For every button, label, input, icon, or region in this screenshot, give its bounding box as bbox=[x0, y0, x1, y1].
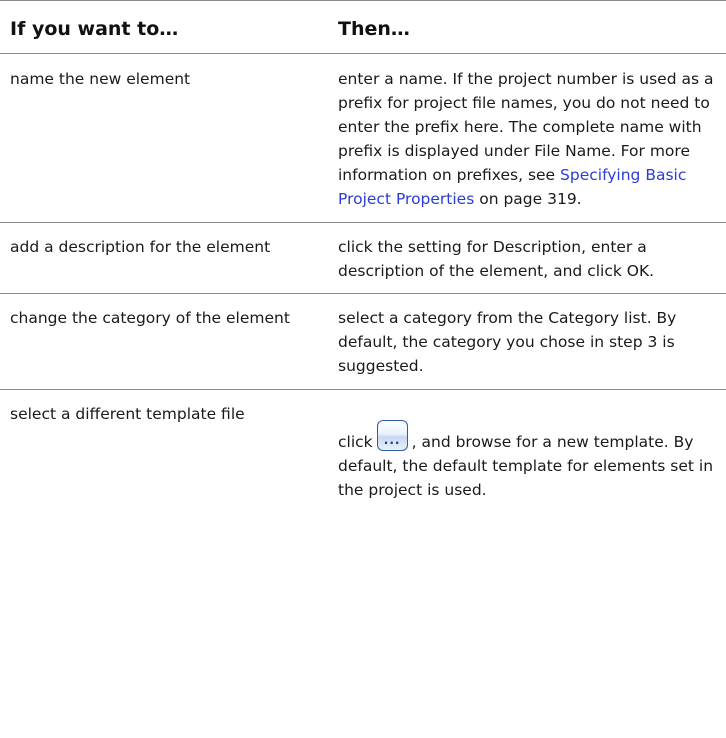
click-text: click bbox=[338, 433, 373, 451]
options-table: If you want to… Then… name the new eleme… bbox=[0, 0, 726, 512]
row-result-change-category: select a category from the Category list… bbox=[338, 309, 677, 375]
table-row: add a description for the element click … bbox=[0, 223, 726, 293]
row-action-select-template: select a different template file bbox=[10, 405, 245, 423]
table-header-row: If you want to… Then… bbox=[0, 1, 726, 53]
header-then: Then… bbox=[338, 18, 410, 40]
row-result-add-description: click the setting for Description, enter… bbox=[338, 238, 655, 280]
table-row: change the category of the element selec… bbox=[0, 294, 726, 389]
row-action-add-description: add a description for the element bbox=[10, 238, 271, 256]
table-row: name the new element enter a name. If th… bbox=[0, 54, 726, 222]
row-action-name-element: name the new element bbox=[10, 70, 191, 88]
row-result-select-template: click..., and browse for a new template.… bbox=[338, 402, 726, 502]
header-if-you-want-to: If you want to… bbox=[10, 18, 179, 40]
ellipsis-glyph: ... bbox=[383, 433, 401, 447]
browse-button-icon[interactable]: ... bbox=[376, 420, 408, 451]
row-result-name-element: enter a name. If the project number is u… bbox=[338, 67, 726, 211]
row-result-page-ref: on page 319. bbox=[474, 190, 582, 208]
row-action-change-category: change the category of the element bbox=[10, 309, 290, 327]
table-row: select a different template file click..… bbox=[0, 390, 726, 512]
